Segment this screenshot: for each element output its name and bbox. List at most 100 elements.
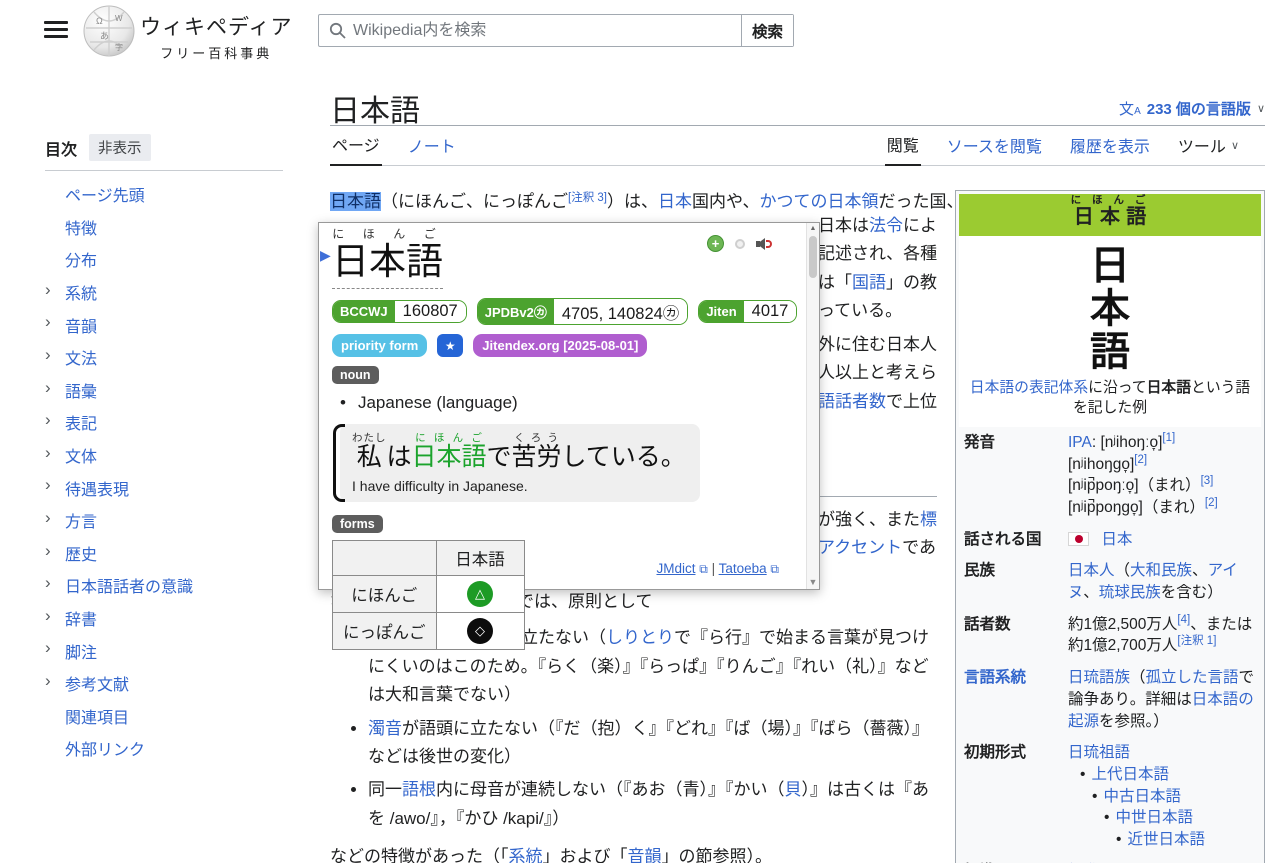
toc-item[interactable]: › 表記 [45, 406, 295, 439]
text-fragment-line: アクセントであ [818, 534, 944, 562]
toc-item[interactable]: › 音韻 [45, 308, 295, 341]
toc-item[interactable]: › 関連項目 [45, 700, 295, 733]
inline-link[interactable]: 貝 [785, 780, 802, 799]
inline-link[interactable]: [注釈 1] [1177, 635, 1216, 647]
language-versions-button[interactable]: 文A 233 個の言語版 ∨ [1119, 98, 1265, 119]
inline-link[interactable]: 中古日本語 [1103, 788, 1181, 805]
inline-link[interactable]: 語話者数 [818, 392, 886, 411]
text-run: 約1億2,500万人 [1068, 616, 1177, 633]
frequency-tag: BCCWJ 160807 [332, 300, 467, 323]
toc-item[interactable]: › 語彙 [45, 374, 295, 407]
inline-link[interactable]: IPA [1068, 434, 1092, 451]
inline-link[interactable]: [2] [1205, 497, 1218, 509]
text-run: が語頭に立たない（『だ（抱）く』『どれ』『ば（場）』『ばら（薔薇）』などは後世の… [368, 719, 929, 766]
text-run: （ [1130, 669, 1146, 686]
text-run: （にほんご、にっぽんご [381, 192, 568, 211]
hamburger-menu-icon[interactable] [44, 21, 68, 39]
toc-item[interactable]: › 待遇表現 [45, 471, 295, 504]
inline-link[interactable]: [3] [1201, 475, 1214, 487]
tab-history[interactable]: 履歴を表示 [1068, 133, 1152, 165]
scroll-up-arrow[interactable]: ▲ [807, 225, 819, 232]
dictionary-source-tag[interactable]: Jitendex.org [2025-08-01] [473, 334, 647, 357]
text-fragment-line: 語話者数で上位 [818, 388, 944, 416]
toc-item[interactable]: › 文法 [45, 341, 295, 374]
toc-item[interactable]: › 参考文献 [45, 667, 295, 700]
wikipedia-logo[interactable]: Ω W あ 字 [82, 4, 136, 63]
text-run: 日本語 [330, 192, 381, 211]
secondary-add-icon[interactable] [735, 239, 745, 249]
inline-link[interactable]: アクセント [818, 538, 902, 557]
inline-link[interactable]: [2] [1134, 454, 1147, 466]
popup-scrollbar[interactable]: ▲ ▼ [806, 223, 819, 589]
text-run: 人以上と考えら [818, 363, 937, 382]
inline-link[interactable]: 孤立した言語 [1146, 669, 1239, 686]
inline-link[interactable]: [注釈 3] [568, 192, 607, 204]
site-title: ウィキペディア [140, 11, 293, 41]
inline-link[interactable]: 日本 [658, 192, 692, 211]
toc-item[interactable]: › 日本語話者の意識 [45, 569, 295, 602]
inline-link[interactable]: 語根 [402, 780, 436, 799]
search-input[interactable] [353, 15, 741, 46]
toc-item[interactable]: › 外部リンク [45, 732, 295, 765]
svg-text:あ: あ [100, 31, 109, 41]
chevron-right-icon: › [45, 606, 51, 626]
scrollbar-thumb[interactable] [809, 236, 817, 278]
tab-page[interactable]: ページ [330, 132, 382, 166]
add-note-icon[interactable]: + [707, 235, 724, 252]
inline-link[interactable]: 法令 [869, 216, 903, 235]
inline-link[interactable]: かつての日本領 [759, 192, 878, 211]
inline-link[interactable]: [4] [1177, 614, 1190, 626]
toc-item[interactable]: › 特徴 [45, 211, 295, 244]
text-run: に沿って [1088, 380, 1146, 396]
toc-hide-button[interactable]: 非表示 [89, 134, 151, 161]
inline-link[interactable]: 言語系統 [964, 667, 1068, 732]
inline-link[interactable]: 大和民族 [1130, 562, 1192, 579]
infobox-row-standard: 標準語 標準語 [959, 856, 1261, 863]
inline-link[interactable]: 濁音 [368, 719, 402, 738]
inline-link[interactable]: 系統 [509, 847, 543, 863]
inline-link[interactable]: 日本人 [1068, 562, 1115, 579]
tab-view-source[interactable]: ソースを閲覧 [945, 133, 1044, 165]
text-run: 」および「 [543, 847, 628, 863]
text-run: 記述され、各種 [818, 244, 937, 263]
inline-link[interactable]: 標 [920, 510, 937, 529]
site-wordmark[interactable]: ウィキペディア フリー百科事典 [140, 11, 293, 62]
inline-link[interactable]: 上代日本語 [1091, 766, 1169, 783]
toc-item[interactable]: › 辞書 [45, 602, 295, 635]
inline-link[interactable]: 近世日本語 [1127, 831, 1205, 848]
toc-item[interactable]: › 方言 [45, 504, 295, 537]
toc-item[interactable]: › 分布 [45, 243, 295, 276]
tatoeba-link[interactable]: Tatoeba [719, 561, 767, 576]
chevron-right-icon: › [45, 280, 51, 300]
inline-link[interactable]: 日琉語族 [1068, 669, 1130, 686]
inline-link[interactable]: 日本語の表記体系 [970, 380, 1088, 396]
audio-play-icon[interactable] [756, 237, 773, 251]
inline-link[interactable]: 音韻 [628, 847, 662, 863]
search-button[interactable]: 検索 [741, 15, 793, 46]
jmdict-link[interactable]: JMdict [656, 561, 695, 576]
inline-link[interactable]: 日琉祖語 [1068, 742, 1256, 764]
frequency-tag: Jiten 4017 [698, 300, 797, 323]
inline-link[interactable]: 中世日本語 [1115, 809, 1193, 826]
page-title: 日本語 [330, 86, 420, 130]
tab-tools[interactable]: ツール ∨ [1176, 133, 1241, 165]
inline-link[interactable]: 国語 [852, 273, 886, 292]
toc-item[interactable]: › 脚注 [45, 634, 295, 667]
star-icon[interactable]: ★ [437, 334, 463, 357]
toc-item[interactable]: › 系統 [45, 276, 295, 309]
toc-list: › ページ先頭 › 特徴 › 分布 › 系統 [45, 178, 295, 765]
inline-link[interactable]: [1] [1162, 432, 1175, 444]
priority-form-tag: priority form [332, 334, 427, 357]
toc-item[interactable]: › 歴史 [45, 537, 295, 570]
text-fragment-line: 日本は法令によ [818, 212, 944, 240]
tab-talk[interactable]: ノート [406, 133, 458, 165]
tab-read[interactable]: 閲覧 [885, 132, 921, 166]
text-run: 、 [1083, 584, 1099, 601]
inline-link[interactable]: 日本 [1101, 531, 1132, 548]
forms-table: 日本語 にほんご △ にっぽんご ◇ [332, 540, 525, 650]
inline-link[interactable]: しりとり [606, 628, 674, 647]
toc-item[interactable]: › 文体 [45, 439, 295, 472]
inline-link[interactable]: 琉球民族 [1099, 584, 1161, 601]
toc-item[interactable]: › ページ先頭 [45, 178, 295, 211]
scroll-down-arrow[interactable]: ▼ [807, 577, 819, 587]
